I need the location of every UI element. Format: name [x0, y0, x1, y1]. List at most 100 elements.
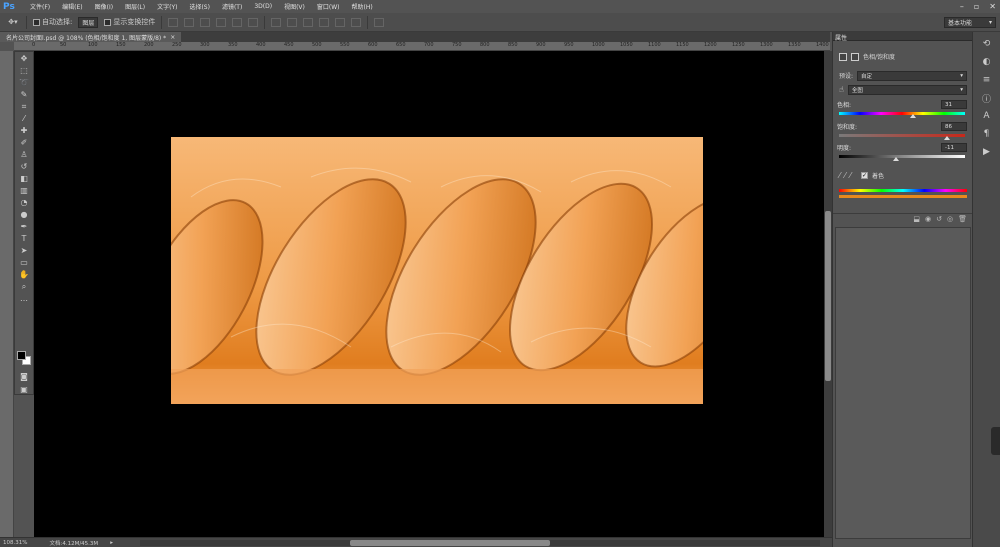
eraser-tool-icon[interactable]: ◧ — [16, 173, 32, 184]
lightness-slider-knob[interactable] — [893, 157, 899, 161]
distribute-center-icon[interactable] — [335, 17, 346, 27]
marquee-tool-icon[interactable]: ⬚ — [16, 65, 32, 76]
horizontal-ruler[interactable]: 0 50 100 150 200 250 300 350 400 450 500 550 600 650 7… — [14, 42, 830, 51]
align-left-icon[interactable] — [216, 17, 227, 27]
saturation-input[interactable]: 86 — [941, 122, 967, 131]
maximize-icon[interactable]: ▫ — [974, 2, 979, 11]
ruler-tick-label: 1100 — [648, 42, 661, 48]
lightness-track[interactable] — [839, 155, 965, 158]
properties-tab[interactable]: 属性 — [835, 33, 847, 42]
foreground-color-swatch[interactable] — [17, 351, 26, 360]
menu-3d[interactable]: 3D(D) — [248, 3, 278, 10]
auto-select-label: 自动选择: — [42, 18, 73, 26]
minimize-icon[interactable]: – — [960, 2, 964, 11]
workspace-dropdown[interactable]: 基本功能 ▾ — [944, 17, 996, 28]
preset-dropdown[interactable]: 自定 ▾ — [857, 70, 967, 81]
auto-select-checkbox[interactable]: 自动选择: — [33, 16, 72, 29]
quick-select-tool-icon[interactable]: ✎ — [16, 89, 32, 100]
type-tool-icon[interactable]: T — [16, 233, 32, 244]
history-brush-tool-icon[interactable]: ↺ — [16, 161, 32, 172]
delete-icon[interactable]: 🗑 — [958, 215, 967, 223]
screen-mode-icon[interactable]: ▣ — [16, 384, 32, 395]
brush-tool-icon[interactable]: ✐ — [16, 137, 32, 148]
horizontal-scrollbar-thumb[interactable] — [350, 540, 550, 546]
history-icon[interactable]: ⟲ — [980, 38, 994, 50]
blur-tool-icon[interactable]: ◔ — [16, 197, 32, 208]
menu-image[interactable]: 图像(I) — [89, 2, 119, 11]
shape-tool-icon[interactable]: ▭ — [16, 257, 32, 268]
close-tab-icon[interactable]: × — [170, 34, 175, 41]
hue-track[interactable] — [839, 112, 965, 115]
character-icon[interactable]: A — [980, 110, 994, 122]
auto-align-icon[interactable] — [374, 17, 385, 27]
align-top-icon[interactable] — [168, 17, 179, 27]
clip-to-layer-icon[interactable]: ⬓ — [913, 215, 920, 223]
eyedropper-tool-icon[interactable]: ⁄ — [16, 113, 32, 124]
zoom-level[interactable]: 108.31% — [3, 540, 27, 546]
document-tab-title: 名片公司封面l.psd @ 108% (色相/饱和度 1, 图层蒙版/8) * — [6, 34, 167, 42]
menu-filter[interactable]: 滤镜(T) — [216, 2, 248, 11]
auto-select-dropdown[interactable]: 图层 — [78, 16, 99, 28]
clone-stamp-tool-icon[interactable]: ♙ — [16, 149, 32, 160]
color-icon[interactable]: ◐ — [980, 56, 994, 68]
distribute-bottom-icon[interactable] — [303, 17, 314, 27]
view-previous-icon[interactable]: ◉ — [925, 215, 931, 223]
horizontal-scrollbar[interactable] — [140, 540, 820, 546]
menu-view[interactable]: 视图(V) — [278, 2, 311, 11]
menu-file[interactable]: 文件(F) — [24, 2, 56, 11]
canvas-area[interactable] — [34, 51, 824, 537]
dodge-tool-icon[interactable]: ● — [16, 209, 32, 220]
lightness-input[interactable]: -11 — [941, 143, 967, 152]
move-tool-preset-icon[interactable]: ✥▾ — [6, 16, 20, 29]
lasso-tool-icon[interactable]: ➰ — [16, 77, 32, 88]
ellipsis-icon[interactable]: … — [16, 293, 32, 304]
eyedropper-plus-icon[interactable]: ⁄ — [844, 171, 845, 180]
vertical-scrollbar[interactable] — [824, 51, 832, 537]
menu-layer[interactable]: 图层(L) — [119, 2, 151, 11]
adjustments-icon[interactable]: ≡ — [980, 74, 994, 86]
menu-select[interactable]: 选择(S) — [183, 2, 216, 11]
document-tab[interactable]: 名片公司封面l.psd @ 108% (色相/饱和度 1, 图层蒙版/8) * … — [0, 32, 182, 42]
distribute-right-icon[interactable] — [351, 17, 362, 27]
show-transform-checkbox[interactable]: 显示变换控件 — [104, 16, 155, 29]
distribute-middle-icon[interactable] — [287, 17, 298, 27]
hue-slider-knob[interactable] — [910, 114, 916, 118]
align-bottom-icon[interactable] — [200, 17, 211, 27]
zoom-tool-icon[interactable]: ⌕ — [16, 281, 32, 292]
eyedropper-minus-icon[interactable]: ⁄ — [850, 171, 851, 180]
info-icon[interactable]: ⓘ — [980, 92, 994, 105]
distribute-left-icon[interactable] — [319, 17, 330, 27]
panel-grip-handle[interactable] — [991, 427, 1000, 455]
status-arrow-icon[interactable]: ▸ — [110, 540, 113, 546]
menu-edit[interactable]: 编辑(E) — [56, 2, 88, 11]
quick-mask-icon[interactable]: ◙ — [16, 371, 32, 382]
saturation-slider-knob[interactable] — [944, 136, 950, 140]
close-icon[interactable]: ✕ — [989, 2, 996, 11]
healing-brush-tool-icon[interactable]: ✚ — [16, 125, 32, 136]
hue-input[interactable]: 31 — [941, 100, 967, 109]
reset-icon[interactable]: ↺ — [936, 215, 942, 223]
pen-tool-icon[interactable]: ✒ — [16, 221, 32, 232]
mask-icon[interactable] — [851, 52, 859, 61]
align-center-icon[interactable] — [232, 17, 243, 27]
align-right-icon[interactable] — [248, 17, 259, 27]
menu-type[interactable]: 文字(Y) — [151, 2, 183, 11]
hand-tool-icon[interactable]: ✋ — [16, 269, 32, 280]
path-selection-tool-icon[interactable]: ➤ — [16, 245, 32, 256]
crop-tool-icon[interactable]: ⌗ — [16, 101, 32, 112]
vertical-ruler[interactable] — [0, 51, 14, 537]
align-middle-icon[interactable] — [184, 17, 195, 27]
eyedropper-icon[interactable]: ⁄ — [839, 171, 840, 180]
channel-dropdown[interactable]: 全图 ▾ — [847, 84, 967, 95]
move-tool-icon[interactable]: ✥ — [16, 53, 32, 64]
distribute-top-icon[interactable] — [271, 17, 282, 27]
visibility-icon[interactable]: ◎ — [947, 215, 953, 223]
actions-icon[interactable]: ▶ — [980, 146, 994, 158]
menu-help[interactable]: 帮助(H) — [346, 2, 379, 11]
vertical-scrollbar-thumb[interactable] — [825, 211, 831, 381]
gradient-tool-icon[interactable]: ▥ — [16, 185, 32, 196]
paragraph-icon[interactable]: ¶ — [980, 128, 994, 140]
menu-window[interactable]: 窗口(W) — [311, 2, 346, 11]
hand-adjust-icon[interactable]: ☝ — [839, 85, 844, 94]
colorize-checkbox[interactable]: ✓ — [861, 171, 869, 179]
